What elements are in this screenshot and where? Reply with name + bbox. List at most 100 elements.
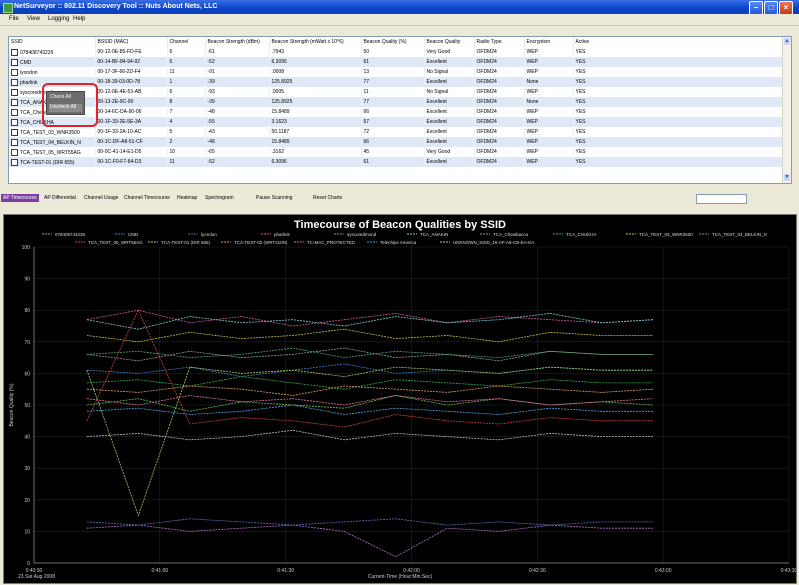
table-cell: OFDM24: [474, 107, 525, 117]
table-row[interactable]: TCA-TEST-01 (DIR 655) 00-1C-F0-F7-84-D3 11…: [9, 157, 784, 167]
row-checkbox[interactable]: [11, 158, 18, 166]
table-cell: 078408743235: [9, 47, 96, 57]
tab-ap-timecourse[interactable]: AP Timecourse: [1, 194, 39, 202]
close-button[interactable]: ×: [779, 1, 793, 15]
table-cell: 61: [361, 57, 425, 67]
column-header[interactable]: Beacon Quality: [424, 37, 475, 47]
table-row[interactable]: pharlink 00-18-39-03-0D-78 1 -39 125.8925 77 E…: [9, 77, 784, 87]
tab-spectrogram[interactable]: Spectrogram: [205, 195, 234, 201]
column-header[interactable]: Beacon Quality (%): [361, 37, 425, 47]
table-cell: 45: [361, 147, 425, 157]
menu-help[interactable]: Help: [73, 16, 85, 22]
ssid-label: TCA_TEST_05_WRT55AG: [20, 149, 81, 156]
table-cell: YES: [573, 157, 784, 167]
table-cell: YES: [573, 107, 784, 117]
tab-ap-differential[interactable]: AP Differential: [44, 195, 76, 201]
table-cell: 6: [167, 47, 206, 57]
table-cell: No Signal: [424, 87, 475, 97]
table-cell: 7: [167, 107, 206, 117]
row-checkbox[interactable]: [11, 88, 18, 96]
row-checkbox[interactable]: [11, 78, 18, 86]
row-checkbox[interactable]: [11, 48, 18, 56]
column-header[interactable]: Active: [573, 37, 784, 47]
ssid-label: TCA-TEST-01 (DIR 655): [20, 159, 75, 166]
table-cell: Excellent: [424, 107, 475, 117]
column-header[interactable]: Beacon Strength (dBm): [205, 37, 270, 47]
menu-file[interactable]: File: [9, 16, 19, 22]
table-row[interactable]: TCA_Chewbacca 00-14-6C-DA-90-06 7 -48 15.848…: [9, 107, 784, 117]
date-label: 23 Sat Aug 2008: [18, 574, 55, 580]
row-checkbox[interactable]: [11, 148, 18, 156]
menu-view[interactable]: View: [27, 16, 40, 22]
ssid-label: pharlink: [20, 79, 38, 86]
column-header[interactable]: Channel: [167, 37, 206, 47]
table-cell: 00-1C-F0-F7-84-D3: [95, 157, 168, 167]
table-cell: YES: [573, 147, 784, 157]
table-row[interactable]: TCA_TEST_04_BELKIN_N 00-1C-DF-A8-51-CF 2 -4…: [9, 137, 784, 147]
pause-scanning-button[interactable]: Pause Scanning: [256, 195, 292, 201]
table-cell: None: [524, 97, 574, 107]
series-line: [86, 518, 654, 526]
reset-charts-button[interactable]: Reset Charts: [313, 195, 342, 201]
tab-heatmap[interactable]: Heatmap: [177, 195, 197, 201]
table-cell: 00-1F-33-2A-10-AC: [95, 127, 168, 137]
column-header[interactable]: Radio Type: [474, 37, 525, 47]
minimize-button[interactable]: –: [749, 1, 763, 15]
vertical-scrollbar[interactable]: ▲ ▼: [782, 37, 791, 183]
row-checkbox[interactable]: [11, 108, 18, 116]
table-row[interactable]: 078408743235 00-12-0E-85-FD-FE 6 -61.7943 50…: [9, 47, 784, 57]
row-checkbox[interactable]: [11, 58, 18, 66]
table-cell: TCA-TEST-01 (DIR 655): [9, 157, 96, 167]
row-checkbox[interactable]: [11, 98, 18, 106]
table-row[interactable]: CMD 00-14-BF-84-94-92 6 -52 6.3096 61 Excellen…: [9, 57, 784, 67]
menu-bar: File View Logging Help: [0, 14, 799, 26]
table-cell: 66: [361, 137, 425, 147]
table-cell: YES: [573, 137, 784, 147]
scroll-down-icon[interactable]: ▼: [784, 174, 790, 181]
table-row[interactable]: lyondon 00-17-3F-66-2D-F4 11 -91.0008 13 No S…: [9, 67, 784, 77]
table-row[interactable]: TCA_TEST_05_WRT55AG 00-0C-41-14-E1-D5 10 -6…: [9, 147, 784, 157]
tab-channel-timecourse[interactable]: Channel Timecourse: [124, 195, 170, 201]
table-cell: 00-1C-DF-A8-51-CF: [95, 137, 168, 147]
tab-channel-usage[interactable]: Channel Usage: [84, 195, 118, 201]
legend-label: 078408743235: [55, 232, 86, 237]
table-cell: 3.1623: [269, 117, 362, 127]
table-cell: OFDM24: [474, 117, 525, 127]
maximize-button[interactable]: □: [764, 1, 778, 15]
table-cell: -93: [205, 87, 270, 97]
series-line: [86, 376, 654, 390]
table-cell: OFDM24: [474, 57, 525, 67]
table-row[interactable]: TCA_TEST_03_WNR3500 00-1F-33-2A-10-AC 5 -43…: [9, 127, 784, 137]
table-cell: None: [524, 77, 574, 87]
table-cell: YES: [573, 77, 784, 87]
table-cell: Excellent: [424, 97, 475, 107]
table-row[interactable]: TCA_CHUKHA 00-1F-33-2E-5E-3A 4 -55 3.1623 57 E…: [9, 117, 784, 127]
table-cell: Excellent: [424, 117, 475, 127]
y-tick-label: 30: [24, 466, 30, 472]
series-line: [86, 366, 654, 517]
table-cell: OFDM24: [474, 87, 525, 97]
legend-label: TCA_ANAKIN: [420, 232, 448, 237]
table-cell: 00-14-BF-84-94-92: [95, 57, 168, 67]
scroll-up-icon[interactable]: ▲: [784, 38, 790, 45]
legend-label: TCA_CHUKHA: [566, 232, 597, 237]
row-checkbox[interactable]: [11, 138, 18, 146]
timecourse-chart: Timecourse of Beacon Qualities by SSID 07…: [3, 214, 797, 584]
table-cell: WEP: [524, 127, 574, 137]
row-checkbox[interactable]: [11, 68, 18, 76]
row-checkbox[interactable]: [11, 118, 18, 126]
table-cell: -43: [205, 127, 270, 137]
table-row[interactable]: syscoredmond 00-12-0E-4E-53-AB 6 -93.0005 11…: [9, 87, 784, 97]
column-header[interactable]: SSID: [9, 37, 96, 47]
legend-label: lyondon: [201, 232, 217, 237]
x-tick-label: 0:43:30: [781, 568, 796, 574]
table-cell: -52: [205, 157, 270, 167]
menu-logging[interactable]: Logging: [48, 16, 69, 22]
table-row[interactable]: TCA_ANAKIN 00-13-2E-9C-90 8 -39 125.8925 77 Ex…: [9, 97, 784, 107]
column-header[interactable]: Beacon Strength (mWatt x 10^6): [269, 37, 362, 47]
legend-label: TCA_Chewbacca: [493, 232, 529, 237]
column-header[interactable]: BSSID (MAC): [95, 37, 168, 47]
table-cell: OFDM24: [474, 157, 525, 167]
row-checkbox[interactable]: [11, 128, 18, 136]
column-header[interactable]: Encryption: [524, 37, 574, 47]
